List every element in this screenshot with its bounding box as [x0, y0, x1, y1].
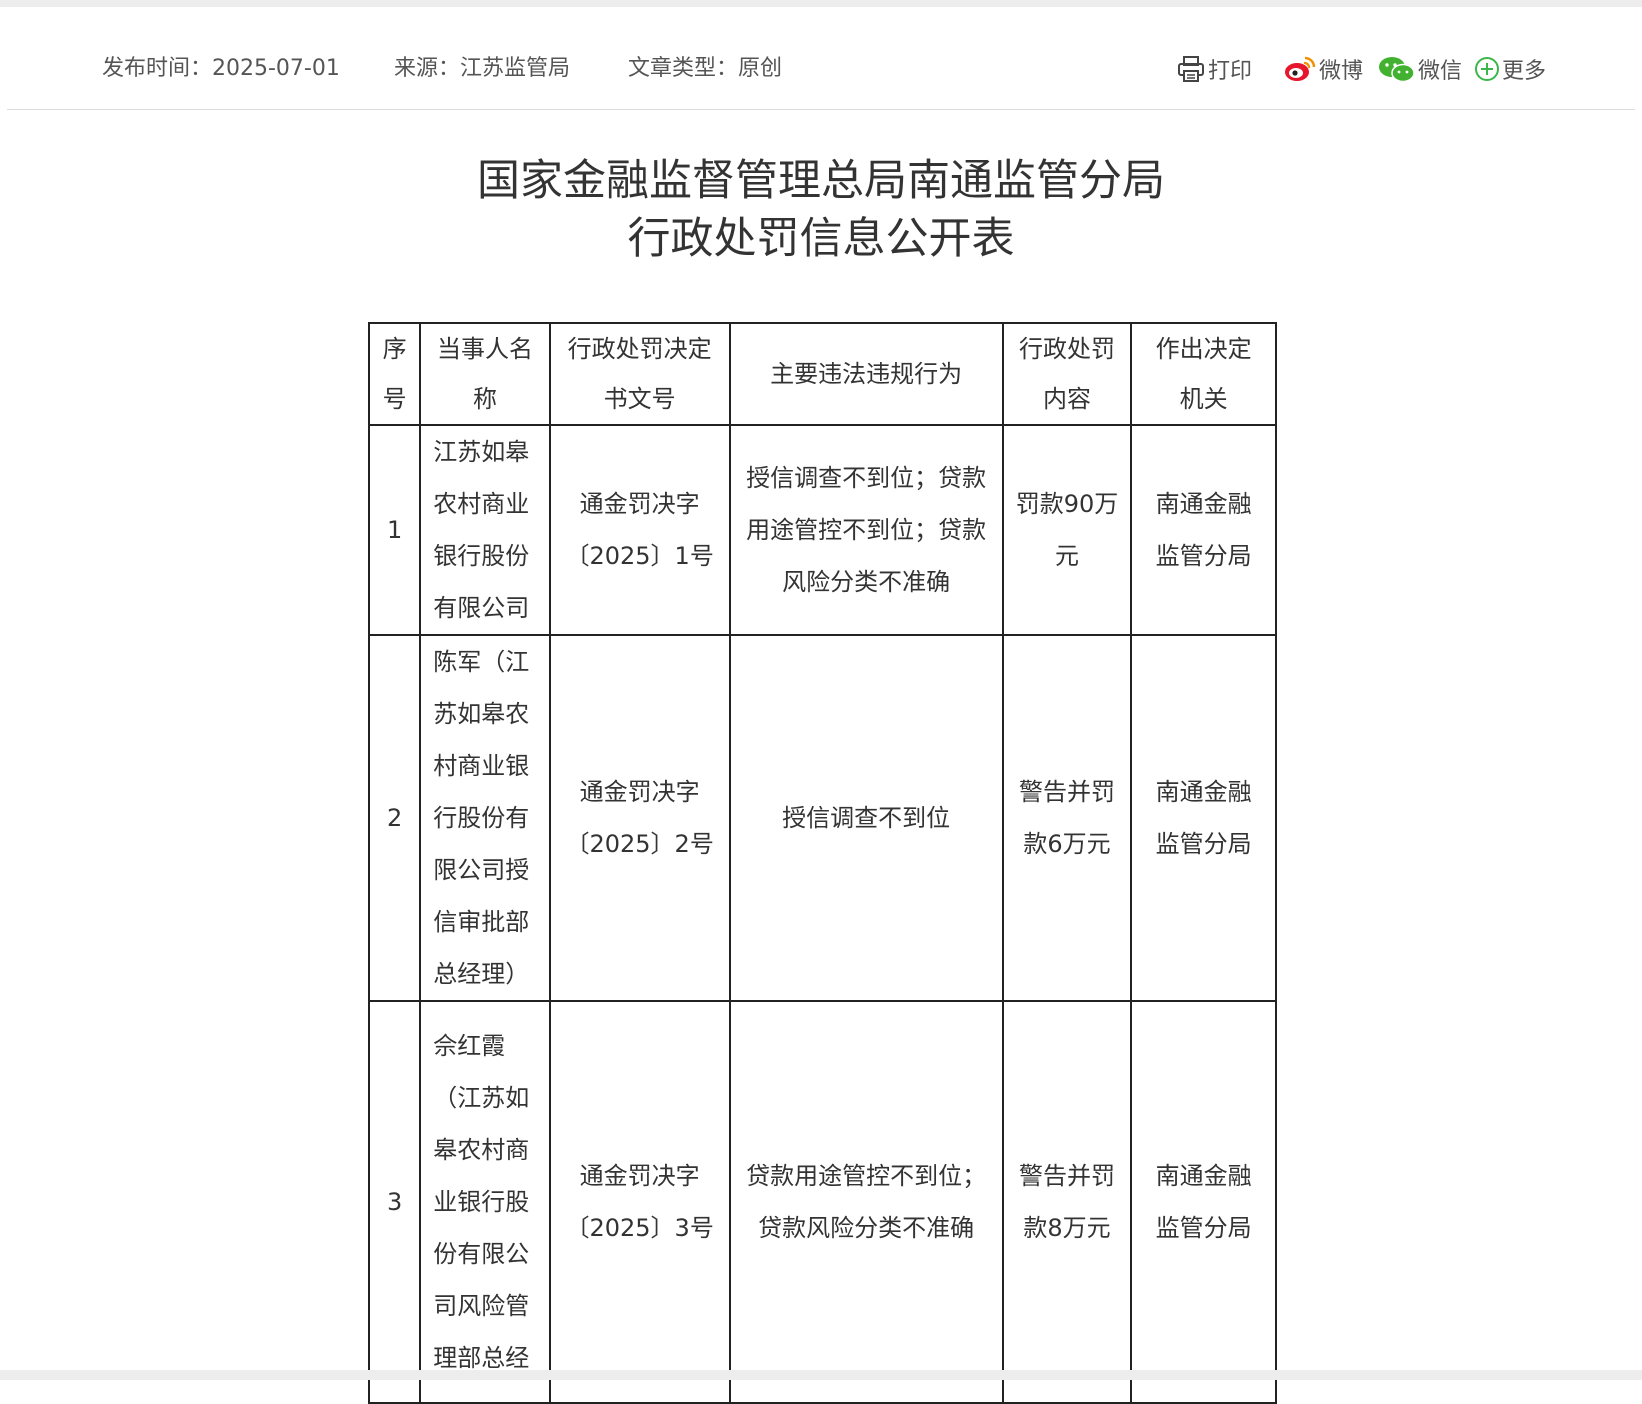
article-meta: 发布时间：2025-07-01 来源：江苏监管局 文章类型：原创 打印 微博 微… [0, 0, 1642, 110]
table-row: 1 江苏如皋农村商业银行股份有限公司 通金罚决字〔2025〕1号 授信调查不到位… [367, 424, 1277, 636]
row-number: 1 [367, 424, 422, 636]
header-cell: 当事人名称 [419, 322, 551, 426]
row-number: 3 [367, 1000, 422, 1404]
header-cell: 行政处罚内容 [1001, 322, 1133, 426]
deciding-authority: 南通金融监管分局 [1130, 1000, 1277, 1404]
violation-description: 贷款用途管控不到位；贷款风险分类不准确 [728, 1000, 1004, 1404]
party-name: 陈军（江苏如皋农村商业银行股份有限公司授信审批部总经理） [419, 634, 551, 1002]
table-row: 2 陈军（江苏如皋农村商业银行股份有限公司授信审批部总经理） 通金罚决字〔202… [367, 634, 1277, 1002]
wechat-icon [1378, 55, 1418, 83]
header-cell: 主要违法违规行为 [728, 322, 1004, 426]
deciding-authority: 南通金融监管分局 [1130, 424, 1277, 636]
article-type: 文章类型：原创 [628, 56, 783, 81]
decision-doc-number: 通金罚决字〔2025〕1号 [548, 424, 731, 636]
header-divider [7, 109, 1635, 110]
wechat-label: 微信 [1418, 59, 1463, 84]
share-wechat-button[interactable]: 微信 [1378, 52, 1462, 86]
decision-doc-number: 通金罚决字〔2025〕3号 [548, 1000, 731, 1404]
penalty-table: 序号 当事人名称 行政处罚决定书文号 主要违法违规行为 行政处罚内容 作出决定机… [367, 322, 1277, 1404]
deciding-authority: 南通金融监管分局 [1130, 634, 1277, 1002]
plus-circle-icon [1474, 56, 1502, 82]
header-cell: 行政处罚决定书文号 [548, 322, 731, 426]
penalty-content: 罚款90万元 [1001, 424, 1133, 636]
page-title-line1: 国家金融监督管理总局南通监管分局 [477, 156, 1165, 206]
row-number: 2 [367, 634, 422, 1002]
publish-time: 发布时间：2025-07-01 [102, 56, 340, 81]
penalty-content: 警告并罚款6万元 [1001, 634, 1133, 1002]
violation-description: 授信调查不到位 [728, 634, 1004, 1002]
header-cell: 序号 [367, 322, 422, 426]
share-more-button[interactable]: 更多 [1474, 52, 1546, 86]
header-cell: 作出决定机关 [1130, 322, 1277, 426]
share-weibo-button[interactable]: 微博 [1283, 52, 1363, 86]
penalty-content: 警告并罚款8万元 [1001, 1000, 1133, 1404]
table-header-row: 序号 当事人名称 行政处罚决定书文号 主要违法违规行为 行政处罚内容 作出决定机… [367, 322, 1277, 426]
party-name: 江苏如皋农村商业银行股份有限公司 [419, 424, 551, 636]
weibo-label: 微博 [1319, 59, 1364, 84]
more-label: 更多 [1502, 59, 1547, 84]
bottom-scroll-edge [0, 1370, 1642, 1380]
page-title-line2: 行政处罚信息公开表 [627, 214, 1015, 264]
print-button[interactable]: 打印 [1176, 52, 1252, 86]
print-label: 打印 [1208, 59, 1253, 84]
decision-doc-number: 通金罚决字〔2025〕2号 [548, 634, 731, 1002]
table-row: 3 佘红霞（江苏如皋农村商业银行股份有限公司风险管理部总经 通金罚决字〔2025… [367, 1000, 1277, 1404]
violation-description: 授信调查不到位；贷款用途管控不到位；贷款风险分类不准确 [728, 424, 1004, 636]
article-source: 来源：江苏监管局 [394, 56, 571, 81]
weibo-icon [1283, 55, 1319, 83]
party-name: 佘红霞（江苏如皋农村商业银行股份有限公司风险管理部总经 [419, 1000, 551, 1404]
printer-icon [1176, 55, 1208, 83]
